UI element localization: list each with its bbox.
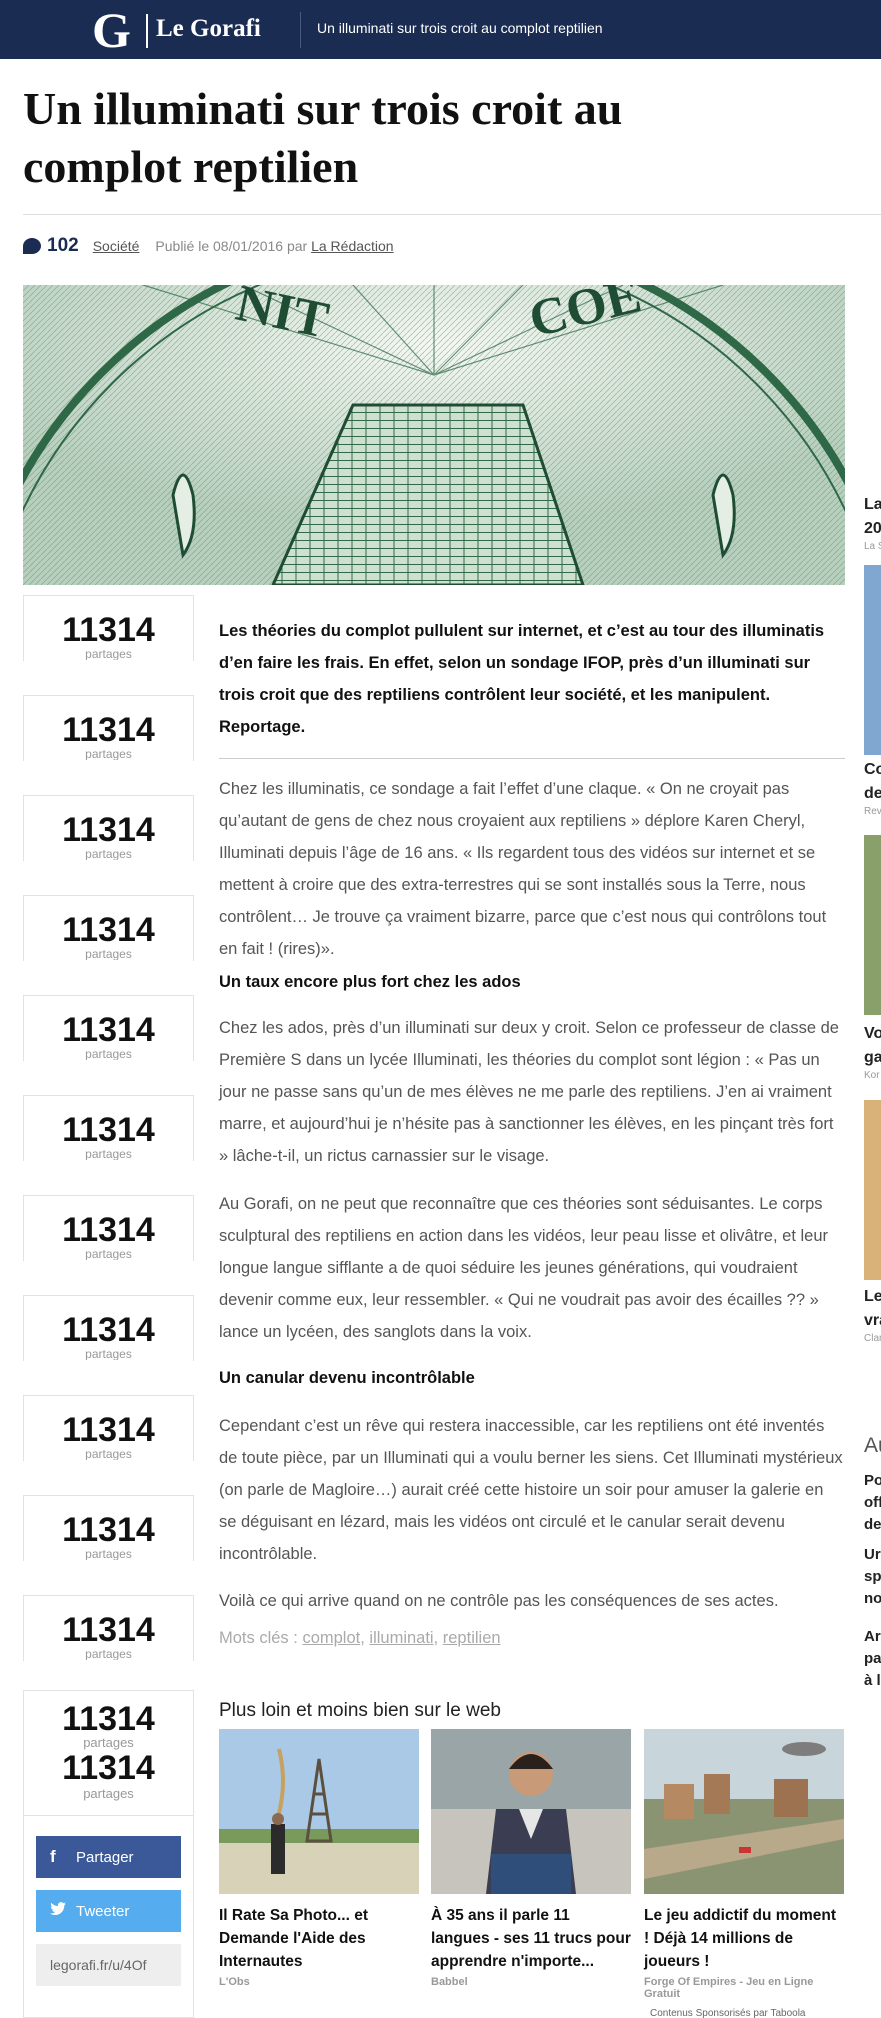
related-thumbnail[interactable] xyxy=(644,1729,844,1894)
share-count: 11314 xyxy=(62,1749,155,1787)
related-title[interactable]: Il Rate Sa Photo... et Demande l'Aide de… xyxy=(219,1904,419,1973)
related-item[interactable]: Le jeu addictif du moment ! Déjà 14 mill… xyxy=(644,1729,844,2000)
keyword-link[interactable]: illuminati xyxy=(369,1629,433,1647)
article-paragraph: Cependant c’est un rêve qui restera inac… xyxy=(219,1417,843,1563)
share-counter: 11314 partages xyxy=(23,1195,194,1261)
article-meta: 102 Société Publié le 08/01/2016 par La … xyxy=(23,235,394,257)
related-source: Forge Of Empires - Jeu en Ligne Gratuit xyxy=(644,1976,814,2000)
topbar-divider xyxy=(300,12,301,48)
comment-count[interactable]: 102 xyxy=(47,235,79,257)
twitter-share-label: Tweeter xyxy=(76,1902,130,1920)
article-paragraph: Voilà ce qui arrive quand on ne contrôle… xyxy=(219,1592,779,1610)
share-counter: 11314 partages xyxy=(23,1595,194,1661)
share-divider xyxy=(24,1815,193,1816)
hero-image: NIT COE xyxy=(23,285,845,585)
sponsored-label[interactable]: Contenus Sponsorisés par Taboola xyxy=(650,2008,805,2018)
sidebar-link[interactable]: Po off de xyxy=(864,1470,881,1536)
facebook-share-button[interactable]: f Partager xyxy=(36,1836,181,1878)
related-item[interactable]: À 35 ans il parle 11 langues - ses 11 tr… xyxy=(431,1729,631,1988)
twitter-share-button[interactable]: Tweeter xyxy=(36,1890,181,1932)
article-paragraph: Chez les illuminatis, ce sondage a fait … xyxy=(219,780,827,958)
related-source: Babbel xyxy=(431,1976,468,1988)
related-thumbnail[interactable] xyxy=(219,1729,419,1894)
related-thumbnail[interactable] xyxy=(431,1729,631,1894)
share-box: 11314 partages 11314 partages f Partager… xyxy=(23,1690,194,2018)
share-counter: 11314 partages xyxy=(23,1495,194,1561)
published-date: Publié le 08/01/2016 par xyxy=(155,238,308,254)
sidebar-heading: Au xyxy=(864,1434,881,1457)
sidebar-link[interactable]: Ar pa à l xyxy=(864,1626,881,1692)
share-counter: 11314 partages xyxy=(23,795,194,861)
sidebar-item[interactable]: La 20 La S xyxy=(864,493,881,552)
article-intro: Les théories du complot pullulent sur in… xyxy=(219,622,825,736)
share-label: partages xyxy=(83,1786,134,1801)
site-logo-text[interactable]: Le Gorafi xyxy=(156,15,261,43)
sidebar-item[interactable]: Vo ga Kor xyxy=(864,1022,881,1081)
sidebar-item[interactable]: Co de Rev xyxy=(864,758,881,817)
share-counter: 11314 partages xyxy=(23,1295,194,1361)
gorafi-logo-icon[interactable]: G xyxy=(92,5,136,55)
page-title: Un illuminati sur trois croit au complot… xyxy=(23,83,623,192)
twitter-bird-icon xyxy=(50,1901,76,1921)
facebook-icon: f xyxy=(50,1847,56,1866)
sidebar-thumbnail[interactable] xyxy=(864,1100,881,1280)
sidebar-thumbnail[interactable] xyxy=(864,565,881,755)
keywords: Mots clés : complot, illuminati, reptili… xyxy=(219,1629,501,1647)
article-subheading: Un canular devenu incontrôlable xyxy=(219,1369,475,1387)
comment-bubble-icon[interactable] xyxy=(23,238,41,254)
intro-divider xyxy=(219,758,845,759)
related-title[interactable]: À 35 ans il parle 11 langues - ses 11 tr… xyxy=(431,1904,631,1973)
article-paragraph: Chez les ados, près d’un illuminati sur … xyxy=(219,1019,839,1165)
sidebar-link[interactable]: Ur sp no xyxy=(864,1544,881,1610)
share-counter: 11314 partages xyxy=(23,995,194,1061)
share-counter: 11314 partages xyxy=(23,1095,194,1161)
share-counter: 11314 partages xyxy=(23,1395,194,1461)
related-item[interactable]: Il Rate Sa Photo... et Demande l'Aide de… xyxy=(219,1729,419,1988)
sidebar-item[interactable]: Le vra Clar xyxy=(864,1285,881,1344)
author-link[interactable]: La Rédaction xyxy=(311,238,394,254)
share-counter: 11314 partages xyxy=(23,595,194,661)
keyword-link[interactable]: complot xyxy=(302,1629,360,1647)
logo-separator xyxy=(146,14,148,48)
top-navigation-bar: G Le Gorafi Un illuminati sur trois croi… xyxy=(0,0,881,59)
related-source: L'Obs xyxy=(219,1976,250,1988)
article-paragraph: Au Gorafi, on ne peut que reconnaître qu… xyxy=(219,1195,829,1341)
keywords-label: Mots clés : xyxy=(219,1629,298,1647)
headline-divider xyxy=(23,214,881,215)
keyword-link[interactable]: reptilien xyxy=(443,1629,501,1647)
share-counter: 11314 partages xyxy=(23,695,194,761)
category-link[interactable]: Société xyxy=(93,238,140,254)
share-counter: 11314 partages xyxy=(23,895,194,961)
share-count: 11314 xyxy=(62,1700,155,1738)
topbar-article-title: Un illuminati sur trois croit au complot… xyxy=(317,20,603,36)
related-title[interactable]: Le jeu addictif du moment ! Déjà 14 mill… xyxy=(644,1904,844,1973)
sidebar-thumbnail[interactable] xyxy=(864,835,881,1015)
short-url-field[interactable]: legorafi.fr/u/4Of xyxy=(36,1944,181,1986)
related-heading: Plus loin et moins bien sur le web xyxy=(219,1700,501,1721)
facebook-share-label: Partager xyxy=(76,1848,134,1866)
article-subheading: Un taux encore plus fort chez les ados xyxy=(219,973,521,991)
